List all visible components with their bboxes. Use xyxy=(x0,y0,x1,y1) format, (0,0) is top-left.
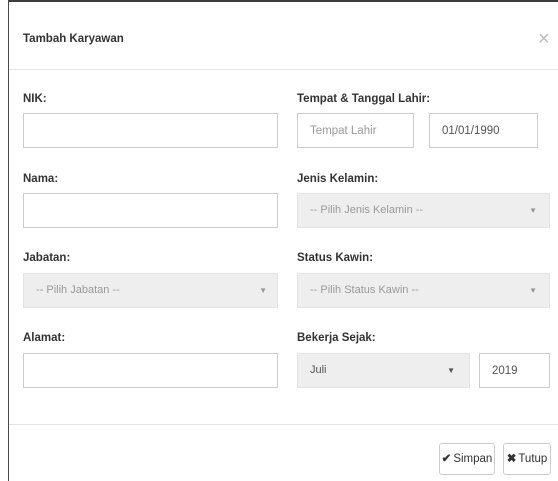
address-input[interactable] xyxy=(23,353,278,388)
name-label: Nama: xyxy=(23,173,59,185)
work-since-month-value: Juli xyxy=(310,364,327,376)
position-select[interactable]: -- Pilih Jabatan -- ▼ xyxy=(23,273,278,308)
check-icon: ✔ xyxy=(441,453,452,465)
modal-title: Tambah Karyawan xyxy=(23,33,124,45)
chevron-down-icon: ▼ xyxy=(447,366,455,375)
gender-select-value: -- Pilih Jenis Kelamin -- xyxy=(310,204,424,216)
gender-label: Jenis Kelamin: xyxy=(297,173,379,185)
close-button-label: Tutup xyxy=(518,453,548,465)
position-select-value: -- Pilih Jabatan -- xyxy=(36,284,120,296)
chevron-down-icon: ▼ xyxy=(259,286,267,295)
add-employee-modal: Tambah Karyawan × NIK: Tempat & Tanggal … xyxy=(9,2,558,481)
chevron-down-icon: ▼ xyxy=(529,206,537,215)
work-since-month-select[interactable]: Juli ▼ xyxy=(297,353,470,388)
work-since-label: Bekerja Sejak: xyxy=(297,332,376,344)
birth-place-date-label: Tempat & Tanggal Lahir: xyxy=(297,93,431,105)
save-button[interactable]: ✔ Simpan xyxy=(439,443,495,475)
modal-footer-divider xyxy=(9,424,558,425)
save-button-label: Simpan xyxy=(453,453,493,465)
marital-status-label: Status Kawin: xyxy=(297,252,374,264)
modal-header: Tambah Karyawan × xyxy=(9,2,558,70)
birth-date-input[interactable] xyxy=(429,113,538,148)
nik-input[interactable] xyxy=(23,113,278,148)
gender-select[interactable]: -- Pilih Jenis Kelamin -- ▼ xyxy=(297,193,550,228)
work-since-year-input[interactable] xyxy=(479,353,550,388)
marital-status-select[interactable]: -- Pilih Status Kawin -- ▼ xyxy=(297,273,550,308)
close-button[interactable]: ✖ Tutup xyxy=(503,443,551,475)
nik-label: NIK: xyxy=(23,93,47,105)
birth-place-input[interactable] xyxy=(297,113,414,148)
marital-status-select-value: -- Pilih Status Kawin -- xyxy=(310,284,419,296)
chevron-down-icon: ▼ xyxy=(529,286,537,295)
name-input[interactable] xyxy=(23,193,278,228)
x-icon: ✖ xyxy=(506,453,517,465)
address-label: Alamat: xyxy=(23,332,66,344)
close-icon[interactable]: × xyxy=(538,29,550,49)
position-label: Jabatan: xyxy=(23,252,71,264)
